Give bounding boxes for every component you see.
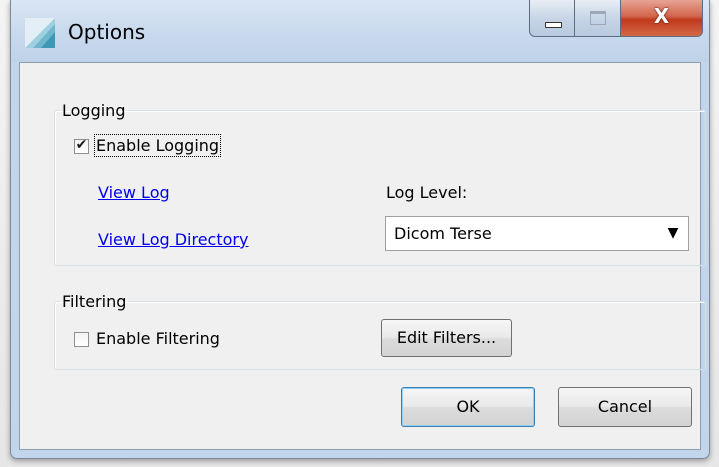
view-log-directory-link[interactable]: View Log Directory <box>98 230 248 249</box>
title-bar[interactable]: Options X <box>11 0 709 62</box>
app-icon <box>25 18 55 48</box>
enable-logging-label[interactable]: Enable Logging <box>93 134 222 157</box>
log-level-value: Dicom Terse <box>394 224 492 243</box>
dialog-client-area: Logging ✔ Enable Logging View Log View L… <box>19 62 706 450</box>
minimize-button[interactable] <box>529 0 575 37</box>
options-dialog: Options X Logging ✔ Enable Logging View … <box>10 0 710 459</box>
enable-filtering-label[interactable]: Enable Filtering <box>96 329 220 348</box>
dropdown-arrow-icon[interactable]: ▼ <box>662 222 684 245</box>
cancel-button[interactable]: Cancel <box>558 387 692 427</box>
caption-buttons: X <box>529 0 703 37</box>
ok-button[interactable]: OK <box>401 387 535 427</box>
maximize-button[interactable] <box>575 0 621 37</box>
logging-legend: Logging <box>62 101 126 120</box>
enable-filtering-checkbox[interactable] <box>74 332 89 347</box>
checkmark-icon: ✔ <box>75 137 88 153</box>
minimize-icon <box>545 22 562 28</box>
enable-logging-checkbox[interactable]: ✔ <box>74 137 89 154</box>
log-level-label: Log Level: <box>386 183 468 202</box>
view-log-link[interactable]: View Log <box>98 183 170 202</box>
edit-filters-button[interactable]: Edit Filters... <box>381 319 512 357</box>
window-title: Options <box>68 20 146 44</box>
log-level-select[interactable]: Dicom Terse ▼ <box>385 216 689 251</box>
filtering-legend: Filtering <box>62 292 127 311</box>
maximize-icon <box>590 11 606 25</box>
close-button[interactable]: X <box>621 0 703 37</box>
close-icon: X <box>653 4 670 28</box>
